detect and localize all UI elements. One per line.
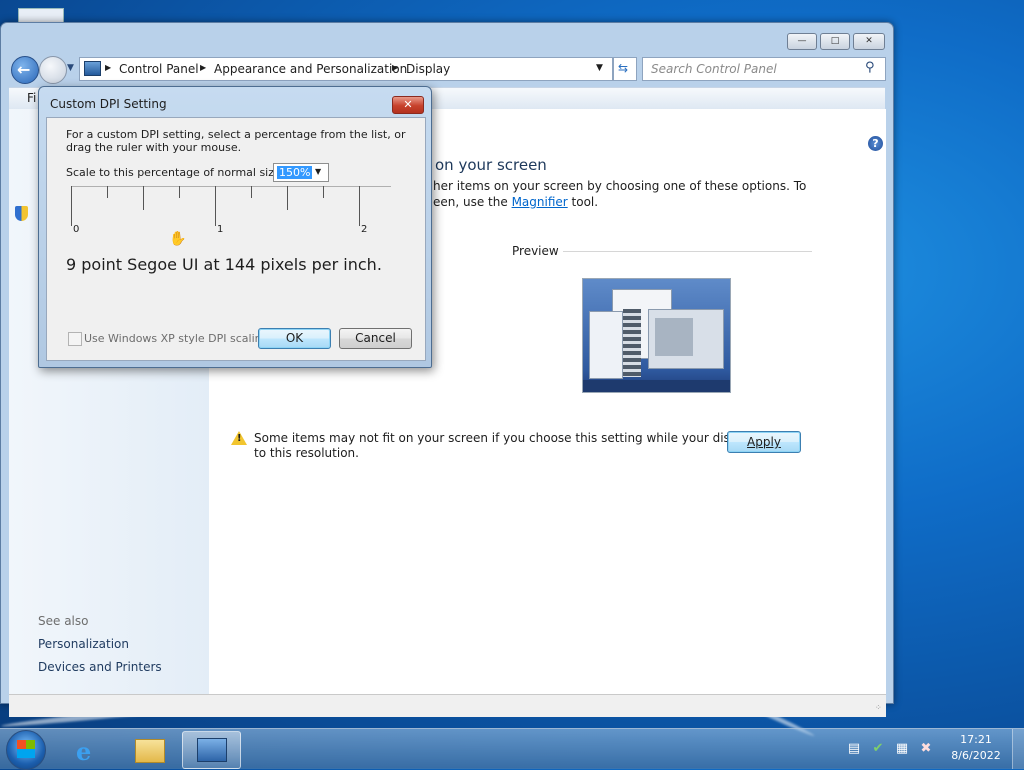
page-description-line-2: een, use the Magnifier tool. [433,195,598,209]
dialog-intro-line-2: drag the ruler with your mouse. [66,141,242,154]
back-arrow-icon: ← [17,60,31,79]
breadcrumb-appearance-personalization[interactable]: Appearance and Personalization [214,62,407,76]
scale-label: Scale to this percentage of normal size: [66,166,285,179]
preview-window-left [589,311,623,379]
personalization-link[interactable]: Personalization [38,637,129,651]
ruler-tick [323,186,324,198]
ruler-tick [359,186,360,226]
ok-button[interactable]: OK [258,328,331,349]
page-heading: on your screen [435,156,547,174]
minimize-button[interactable]: — [787,33,817,50]
clock[interactable]: 17:21 8/6/2022 [944,733,1008,762]
search-box[interactable]: Search Control Panel ⚲ [642,57,886,81]
back-button[interactable]: ← [11,56,39,84]
windows-logo-icon [17,740,35,758]
ruler-tick [215,186,216,226]
preview-window-list [623,309,641,377]
scale-percentage-value: 150% [277,166,313,179]
see-also-label: See also [38,614,89,628]
clock-time: 17:21 [960,733,992,746]
breadcrumb-display[interactable]: Display [406,62,450,76]
taskbar-control-panel[interactable] [182,731,241,769]
apply-button[interactable]: Apply [727,431,801,453]
hand-cursor-icon: ✋ [169,231,187,247]
close-window-button[interactable]: ✕ [853,33,885,50]
taskbar: e ▤ ✔ ▦ ✖ 17:21 8/6/2022 [0,728,1024,770]
dialog-close-button[interactable]: ✕ [392,96,424,114]
help-icon[interactable]: ? [868,136,883,151]
apply-button-label: Apply [747,435,781,449]
scale-percentage-dropdown[interactable]: 150% ▼ [273,163,329,182]
page-description-line-1: her items on your screen by choosing one… [433,179,807,193]
volume-muted-icon[interactable]: ✖ [918,741,934,757]
internet-explorer-icon: e [76,737,92,766]
dialog-title: Custom DPI Setting [50,97,167,111]
xp-scaling-label: Use Windows XP style DPI scaling [84,332,269,345]
description-text: tool. [567,195,599,209]
control-panel-icon [197,738,227,762]
clock-date: 8/6/2022 [951,749,1001,762]
xp-scaling-checkbox[interactable] [68,332,82,346]
network-icon[interactable]: ▦ [894,741,910,757]
action-center-icon[interactable]: ▤ [846,741,862,757]
ruler-label-0: 0 [73,224,80,235]
custom-dpi-dialog: Custom DPI Setting ✕ For a custom DPI se… [38,86,432,368]
taskbar-windows-explorer[interactable] [121,731,178,767]
menu-file[interactable]: Fi [27,91,36,105]
preview-label: Preview [512,244,559,258]
dropdown-arrow-icon[interactable]: ▼ [315,167,321,176]
ruler-label-1: 1 [217,224,224,235]
preview-image [582,278,731,393]
security-shield-icon[interactable]: ✔ [870,741,886,757]
breadcrumb-separator-icon[interactable]: ▶ [200,63,206,72]
cancel-button[interactable]: Cancel [339,328,412,349]
ruler-tick [251,186,252,198]
shield-icon [15,206,28,221]
resize-grip-icon[interactable]: ⁘ [875,703,882,712]
ruler-label-2: 2 [361,224,368,235]
taskbar-internet-explorer[interactable]: e [60,731,117,767]
control-panel-icon [84,61,101,76]
ok-button-label: OK [285,331,304,345]
status-bar: ⁘ [9,694,886,717]
warning-text-line-1: Some items may not fit on your screen if… [254,431,791,445]
start-button[interactable] [6,730,46,770]
preview-taskbar [583,380,730,392]
dpi-sample-text: 9 point Segoe UI at 144 pixels per inch. [66,255,382,274]
search-input[interactable]: Search Control Panel [651,62,777,76]
warning-exclamation: ! [237,433,242,444]
preview-window-front [648,309,724,369]
maximize-button[interactable]: □ [820,33,850,50]
ruler-tick [287,186,288,210]
magnifier-link[interactable]: Magnifier [512,195,568,209]
description-text: een, use the [433,195,512,209]
ruler-tick [107,186,108,198]
breadcrumb-control-panel[interactable]: Control Panel [119,62,199,76]
warning-text-line-2: to this resolution. [254,446,359,460]
ruler-tick [71,186,72,226]
folder-icon [135,739,165,763]
cancel-button-label: Cancel [355,331,396,345]
recent-pages-dropdown-icon[interactable]: ▼ [67,63,74,73]
ruler-tick [179,186,180,198]
breadcrumb-separator-icon[interactable]: ▶ [392,63,398,72]
dpi-ruler[interactable]: 0 1 2 ✋ [71,186,391,247]
forward-button[interactable] [39,56,67,84]
refresh-icon: ⇆ [618,61,629,75]
breadcrumb-separator-icon[interactable]: ▶ [105,63,111,72]
address-dropdown-icon[interactable]: ▼ [596,63,603,73]
dialog-intro-line-1: For a custom DPI setting, select a perce… [66,128,406,141]
preview-divider [563,251,812,252]
dialog-body: For a custom DPI setting, select a perce… [46,117,426,361]
show-desktop-button[interactable] [1012,729,1024,769]
refresh-button[interactable]: ⇆ [613,57,637,81]
search-icon[interactable]: ⚲ [865,60,875,75]
address-bar[interactable]: ▶ Control Panel ▶ Appearance and Persona… [79,57,613,81]
devices-and-printers-link[interactable]: Devices and Printers [38,660,162,674]
ruler-tick [143,186,144,210]
